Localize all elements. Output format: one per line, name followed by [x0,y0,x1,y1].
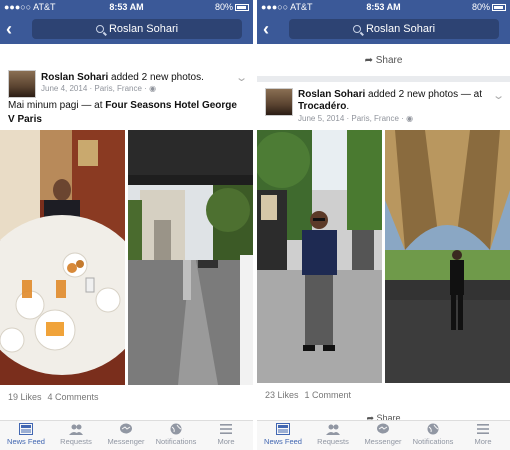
nav-bar: ‹ Roslan Sohari [257,14,510,44]
trocadero-man-image [257,130,382,383]
nav-bar: ‹ Roslan Sohari [0,14,253,44]
search-icon [352,25,361,33]
tab-label: News Feed [7,437,45,446]
likes-count[interactable]: 23 Likes [265,390,299,400]
battery-percent: 80% [214,2,233,12]
reaction-counts: 19 Likes 4 Comments [8,392,105,402]
battery-icon [492,4,506,11]
post-location: Paris, France [351,114,399,123]
status-bar: ●●●○○ AT&T 8:53 AM 80% [0,0,253,14]
post-action: added 2 new photos — at [365,89,482,100]
photo-eiffel-tower[interactable] [385,130,510,383]
post-action: added 2 new photos. [108,72,204,83]
tab-label: Requests [60,437,92,446]
menu-icon [220,424,232,434]
tab-notifications[interactable]: Notifications [151,423,201,446]
share-icon: ➦ [364,55,373,66]
tab-more[interactable]: More [458,423,508,446]
tab-messenger[interactable]: Messenger [358,423,408,446]
search-input[interactable]: Roslan Sohari [32,19,242,39]
photo-breakfast[interactable] [0,130,125,385]
avatar[interactable] [8,70,36,98]
tab-news-feed[interactable]: News Feed [1,423,51,446]
arc-de-triomphe-image [128,130,253,385]
tab-bar: News Feed Requests Messenger Notificatio… [0,420,253,450]
post-date[interactable]: June 5, 2014 [298,114,344,123]
globe-icon: ◉ [406,114,414,123]
battery-indicator: 80% [472,2,506,12]
photo-arc-de-triomphe[interactable] [128,130,253,385]
right-screen: ●●●○○ AT&T 8:53 AM 80% ‹ Roslan Sohari ➦… [257,0,510,450]
tab-label: Messenger [107,437,145,446]
post-location: Paris, France [94,84,142,93]
tab-label: News Feed [264,437,302,446]
chevron-down-icon[interactable]: ⌄ [235,71,248,84]
globe-icon: ◉ [149,84,157,93]
back-button[interactable]: ‹ [263,19,281,39]
news-feed-icon [19,423,33,435]
post-title: Roslan Sohari added 2 new photos — at Tr… [298,89,482,112]
tab-more[interactable]: More [201,423,251,446]
back-button[interactable]: ‹ [6,19,24,39]
place-link[interactable]: Trocadéro [298,101,346,112]
tab-news-feed[interactable]: News Feed [258,423,308,446]
search-query: Roslan Sohari [108,23,179,35]
search-input[interactable]: Roslan Sohari [289,19,499,39]
reaction-counts: 23 Likes 1 Comment [265,390,357,400]
tab-label: Notifications [155,437,197,446]
battery-icon [235,4,249,11]
avatar[interactable] [265,88,293,116]
breakfast-image [0,130,125,385]
tab-label: Messenger [364,437,402,446]
messenger-icon [120,423,132,434]
post-author[interactable]: Roslan Sohari [41,72,108,83]
requests-icon [326,424,340,435]
globe-icon [427,423,439,435]
left-screen: ●●●○○ AT&T 8:53 AM 80% ‹ Roslan Sohari R… [0,0,253,450]
post-meta: June 5, 2014 · Paris, France · ◉ [298,114,414,123]
chevron-down-icon[interactable]: ⌄ [492,89,505,102]
search-query: Roslan Sohari [365,23,436,35]
post-date[interactable]: June 4, 2014 [41,84,87,93]
post-meta: June 4, 2014 · Paris, France · ◉ [41,84,157,93]
tab-label: Requests [317,437,349,446]
tab-messenger[interactable]: Messenger [101,423,151,446]
menu-icon [477,424,489,434]
requests-icon [69,424,83,435]
share-button[interactable]: ➦ Share [257,48,510,74]
search-icon [95,25,104,33]
tab-bar: News Feed Requests Messenger Notificatio… [257,420,510,450]
photo-trocadero-man[interactable] [257,130,382,383]
news-feed-icon [276,423,290,435]
post-caption: Mai minum pagi — at Four Seasons Hotel G… [8,99,245,127]
status-bar: ●●●○○ AT&T 8:53 AM 80% [257,0,510,14]
tab-requests[interactable]: Requests [51,423,101,446]
post-author[interactable]: Roslan Sohari [298,89,365,100]
comments-count[interactable]: 1 Comment [305,390,352,400]
share-label: Share [375,55,403,66]
battery-indicator: 80% [215,2,249,12]
eiffel-tower-image [385,130,510,383]
comments-count[interactable]: 4 Comments [48,392,99,402]
caption-text: Mai minum pagi [8,100,79,111]
tab-notifications[interactable]: Notifications [408,423,458,446]
battery-percent: 80% [471,2,490,12]
post-separator [257,76,510,82]
tab-label: More [474,437,492,446]
tab-label: Notifications [412,437,454,446]
tab-label: More [217,437,235,446]
post-title: Roslan Sohari added 2 new photos. [41,72,233,84]
likes-count[interactable]: 19 Likes [8,392,42,402]
messenger-icon [377,423,389,434]
globe-icon [170,423,182,435]
caption-at: — at [78,100,106,111]
tab-requests[interactable]: Requests [308,423,358,446]
